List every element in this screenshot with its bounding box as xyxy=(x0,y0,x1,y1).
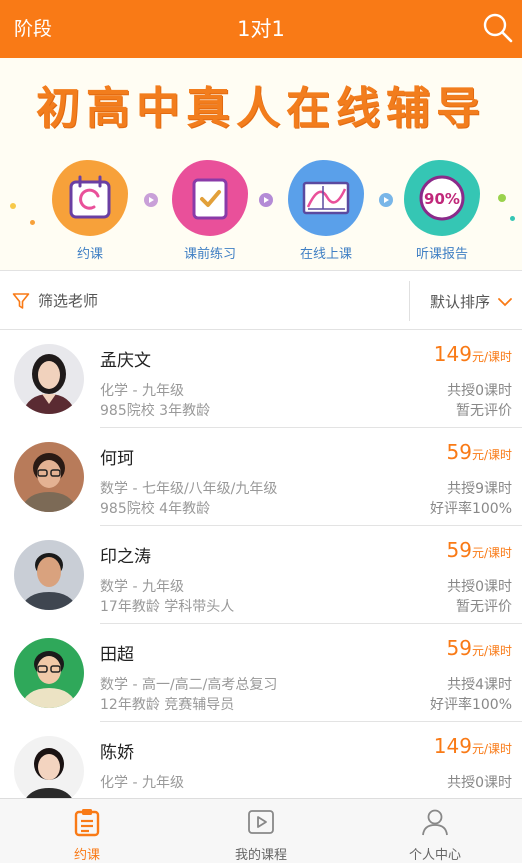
step-label: 课前练习 xyxy=(183,247,236,262)
filter-bar: 筛选老师 默认排序 xyxy=(0,270,522,330)
divider xyxy=(409,281,410,321)
teacher-subject: 数学 - 高一/高二/高考总复习 xyxy=(100,677,278,693)
price-unit: 元/课时 xyxy=(471,546,512,560)
teacher-avatar xyxy=(14,540,84,610)
step-practice[interactable] xyxy=(168,156,252,240)
step-label: 约课 xyxy=(76,247,103,262)
teacher-name: 陈娇 xyxy=(100,743,134,763)
teacher-rating: 暂无评价 xyxy=(456,403,512,419)
teacher-name: 孟庆文 xyxy=(100,351,151,371)
price-value: 59 xyxy=(446,636,472,660)
tab-label: 我的课程 xyxy=(234,848,287,863)
teacher-subject: 数学 - 七年级/八年级/九年级 xyxy=(100,481,278,497)
clipboard-icon xyxy=(74,809,100,837)
step-report[interactable]: 90% xyxy=(400,156,484,240)
teacher-hours: 共授0课时 xyxy=(447,383,512,399)
teacher-price: 59元/课时 xyxy=(447,440,513,464)
teacher-hours: 共授0课时 xyxy=(447,775,512,791)
tab-label: 约课 xyxy=(73,848,100,863)
report-badge-text: 90% xyxy=(424,190,460,208)
teacher-price: 59元/课时 xyxy=(447,636,513,660)
teacher-hours: 共授0课时 xyxy=(447,579,512,595)
teacher-info: 17年教龄 学科带头人 xyxy=(100,599,235,615)
teacher-rating: 暂无评价 xyxy=(456,599,512,615)
filter-teachers-button[interactable]: 筛选老师 xyxy=(12,290,98,311)
play-icon xyxy=(248,810,274,834)
arrow-icon xyxy=(144,193,158,207)
price-value: 149 xyxy=(433,734,472,758)
promo-banner[interactable]: 初高中真人在线辅导 约课 课前练习 在线上课 90% 听课报告 xyxy=(0,58,522,270)
teacher-subject: 化学 - 九年级 xyxy=(100,775,184,791)
chevron-down-icon xyxy=(498,297,512,306)
person-icon xyxy=(422,809,448,836)
teacher-subject: 数学 - 九年级 xyxy=(100,579,184,595)
teacher-row[interactable]: 孟庆文 化学 - 九年级 985院校 3年教龄 149元/课时 共授0课时 暂无… xyxy=(0,330,522,428)
filter-label: 筛选老师 xyxy=(38,292,99,310)
checklist-icon xyxy=(192,178,228,220)
teacher-row[interactable]: 田超 数学 - 高一/高二/高考总复习 12年教龄 竞赛辅导员 59元/课时 共… xyxy=(0,624,522,722)
arrow-icon xyxy=(379,193,393,207)
teacher-hours: 共授4课时 xyxy=(447,677,512,693)
decor-dot xyxy=(10,203,16,209)
teacher-row[interactable]: 陈娇 化学 - 九年级 149元/课时 共授0课时 xyxy=(0,722,522,798)
teacher-row[interactable]: 印之涛 数学 - 九年级 17年教龄 学科带头人 59元/课时 共授0课时 暂无… xyxy=(0,526,522,624)
price-value: 59 xyxy=(446,538,472,562)
teacher-avatar xyxy=(14,344,84,414)
step-online-class[interactable] xyxy=(284,156,368,240)
teacher-row[interactable]: 何珂 数学 - 七年级/八年级/九年级 985院校 4年教龄 59元/课时 共授… xyxy=(0,428,522,526)
price-unit: 元/课时 xyxy=(471,350,512,364)
teacher-rating: 好评率100% xyxy=(429,501,512,517)
teacher-subject: 化学 - 九年级 xyxy=(100,383,184,399)
teacher-avatar xyxy=(14,736,84,798)
price-unit: 元/课时 xyxy=(471,742,512,756)
arrow-icon xyxy=(259,193,273,207)
report-badge-icon: 90% xyxy=(419,175,465,221)
search-icon[interactable] xyxy=(482,12,514,44)
step-label: 在线上课 xyxy=(299,247,352,262)
teacher-avatar xyxy=(14,442,84,512)
decor-dot xyxy=(510,216,515,221)
teacher-name: 印之涛 xyxy=(100,547,151,567)
tab-label: 个人中心 xyxy=(408,848,461,863)
price-unit: 元/课时 xyxy=(471,448,512,462)
tab-profile[interactable]: 个人中心 xyxy=(348,799,522,863)
sort-label: 默认排序 xyxy=(430,293,491,311)
price-value: 59 xyxy=(446,440,472,464)
teacher-info: 985院校 3年教龄 xyxy=(100,403,211,419)
teacher-name: 田超 xyxy=(100,645,134,665)
teacher-info: 985院校 4年教龄 xyxy=(100,501,211,517)
sort-dropdown[interactable]: 默认排序 xyxy=(430,291,513,312)
step-label: 听课报告 xyxy=(415,247,468,262)
teacher-price: 149元/课时 xyxy=(434,734,512,758)
bottom-tab-bar: 约课 我的课程 个人中心 xyxy=(0,798,522,863)
decor-dot xyxy=(498,194,506,202)
filter-icon xyxy=(12,292,30,309)
teacher-info: 12年教龄 竞赛辅导员 xyxy=(100,697,235,713)
teacher-price: 149元/课时 xyxy=(434,342,512,366)
banner-slogan: 初高中真人在线辅导 xyxy=(36,83,486,134)
price-unit: 元/课时 xyxy=(471,644,512,658)
tab-my-courses[interactable]: 我的课程 xyxy=(174,799,348,863)
teacher-hours: 共授9课时 xyxy=(447,481,512,497)
teacher-list: 孟庆文 化学 - 九年级 985院校 3年教龄 149元/课时 共授0课时 暂无… xyxy=(0,330,522,798)
calendar-icon xyxy=(69,175,111,219)
step-book-class[interactable] xyxy=(48,156,132,240)
teacher-avatar xyxy=(14,638,84,708)
top-bar: 阶段 1对1 xyxy=(0,0,522,58)
teacher-name: 何珂 xyxy=(100,449,134,469)
price-value: 149 xyxy=(433,342,472,366)
page-title: 1对1 xyxy=(237,17,285,41)
decor-dot xyxy=(30,220,35,225)
teacher-price: 59元/课时 xyxy=(447,538,513,562)
chart-board-icon xyxy=(302,181,350,215)
teacher-rating: 好评率100% xyxy=(429,697,512,713)
tab-book-class[interactable]: 约课 xyxy=(0,799,174,863)
